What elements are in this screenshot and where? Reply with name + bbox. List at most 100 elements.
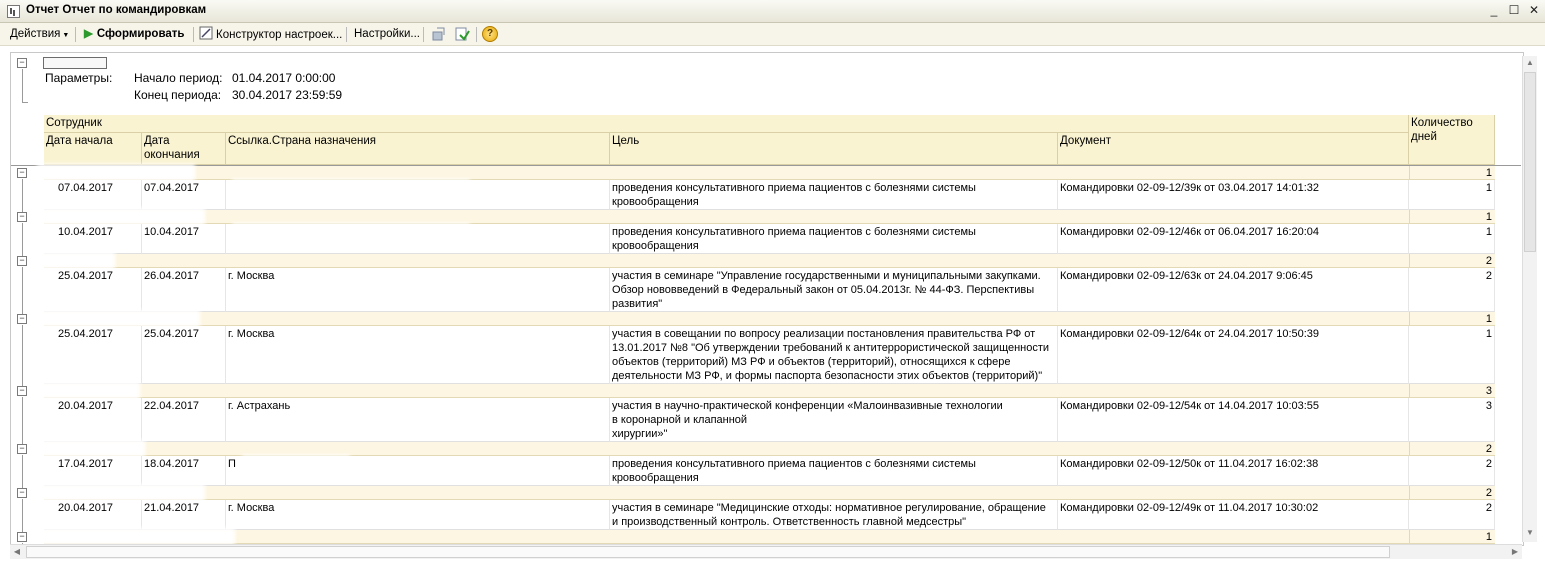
window-title: Отчет Отчет по командировкам [26,4,207,16]
header-date-end: Дата окончания [142,133,226,165]
group-days-cell [1409,442,1410,455]
collapse-params-icon[interactable]: − [17,58,27,68]
settings-button[interactable]: Настройки... [354,26,420,42]
scroll-up-icon[interactable]: ▲ [1523,56,1537,70]
cell-goal: проведения консультативного приема пацие… [610,456,1058,486]
employee-group-row: 2 [44,486,1495,500]
period-start-value: 01.04.2017 0:00:00 [232,71,336,85]
cell-document: Командировки 02-09-12/54к от 14.04.2017 … [1058,398,1409,442]
header-document: Документ [1058,133,1409,165]
generate-button[interactable]: ▶ Сформировать [84,26,184,42]
employee-group-row: 1 [44,312,1495,326]
scroll-right-icon[interactable]: ▶ [1508,545,1522,559]
group-days-cell [1409,312,1410,325]
horizontal-scrollbar[interactable]: ◀ ▶ [10,544,1522,559]
redacted-employee-name [41,444,141,453]
cell-country: г. Москва [226,326,610,384]
redacted-employee-name [41,314,196,323]
cell-date-end: 18.04.2017 [142,456,226,486]
cell-date-start: 10.04.2017 [44,224,142,254]
maximize-button[interactable]: ☐ [1507,3,1521,17]
employee-group-row: 3 [44,384,1495,398]
cell-country: г. Астрахань [226,398,610,442]
collapse-group-icon[interactable]: − [17,488,27,498]
cell-goal: участия в семинаре "Управление государст… [610,268,1058,312]
cell-date-start: 20.04.2017 [44,398,142,442]
redacted-destination [236,183,466,192]
redacted-destination [236,227,466,236]
scroll-left-icon[interactable]: ◀ [10,545,24,559]
collapse-group-icon[interactable]: − [17,256,27,266]
group-days-cell [1409,384,1410,397]
employee-group-row: 1 [44,166,1495,180]
collapse-group-icon[interactable]: − [17,168,27,178]
collapse-group-icon[interactable]: − [17,532,27,542]
report-icon [7,5,20,18]
cell-days: 2 [1409,500,1495,530]
cell-days: 1 [1409,180,1495,210]
cell-goal: участия в совещании по вопросу реализаци… [610,326,1058,384]
group-days-count: 1 [1485,531,1492,543]
redacted-destination [246,459,346,468]
cell-goal: участия в научно-практической конференци… [610,398,1058,442]
group-days-count: 1 [1485,211,1492,223]
cell-goal: проведения консультативного приема пацие… [610,180,1058,210]
dropdown-arrow-icon: ▼ [62,32,70,39]
cell-date-end: 07.04.2017 [142,180,226,210]
employee-group-row: 1 [44,210,1495,224]
vertical-scroll-thumb[interactable] [1524,72,1536,252]
redacted-employee-name [41,386,136,395]
load-settings-icon[interactable] [454,26,470,42]
toolbar-separator [193,27,194,42]
period-start-label: Начало период: [134,71,223,85]
cell-document: Командировки 02-09-12/46к от 06.04.2017 … [1058,224,1409,254]
help-icon[interactable]: ? [482,26,498,42]
cell-date-end: 22.04.2017 [142,398,226,442]
horizontal-scroll-thumb[interactable] [26,546,1390,558]
generate-label: Сформировать [96,28,185,40]
group-days-cell [1409,210,1410,223]
collapse-group-icon[interactable]: − [17,444,27,454]
minimize-button[interactable]: _ [1487,3,1501,17]
constructor-button[interactable]: Конструктор настроек... [199,26,342,42]
cell-date-start: 25.04.2017 [44,326,142,384]
period-end-value: 30.04.2017 23:59:59 [232,88,343,102]
cell-document: Командировки 02-09-12/49к от 11.04.2017 … [1058,500,1409,530]
cell-days: 1 [1409,224,1495,254]
actions-label: Действия [10,28,61,40]
employee-group-row: 1 [44,530,1495,544]
cell-document: Командировки 02-09-12/50к от 11.04.2017 … [1058,456,1409,486]
header-employee: Сотрудник [44,115,1409,133]
header-goal: Цель [610,133,1058,165]
tree-line [22,69,23,102]
header-days: Количество дней [1409,115,1495,165]
cell-document: Командировки 02-09-12/39к от 03.04.2017 … [1058,180,1409,210]
cell-date-start: 20.04.2017 [44,500,142,530]
employee-group-row: 2 [44,442,1495,456]
cell-days: 2 [1409,456,1495,486]
report-document: − Параметры: Начало период: 01.04.2017 0… [10,52,1524,546]
scroll-down-icon[interactable]: ▼ [1523,526,1537,540]
title-bar: Отчет Отчет по командировкам _ ☐ ✕ [0,0,1545,23]
cell-days: 2 [1409,268,1495,312]
actions-menu[interactable]: Действия ▼ [10,26,69,42]
play-icon: ▶ [84,28,93,40]
redacted-employee-name [41,256,111,265]
group-days-cell [1409,486,1410,499]
group-days-count: 2 [1485,443,1492,455]
period-end-label: Конец периода: [134,88,222,102]
collapse-group-icon[interactable]: − [17,386,27,396]
header-date-start: Дата начала [44,133,142,165]
vertical-scrollbar[interactable]: ▲ ▼ [1522,56,1537,542]
report-header-field [43,57,107,69]
redacted-employee-name [41,488,201,497]
collapse-group-icon[interactable]: − [17,314,27,324]
cell-days: 1 [1409,326,1495,384]
toolbar: Действия ▼ ▶ Сформировать Конструктор наст… [0,23,1545,46]
collapse-group-icon[interactable]: − [17,212,27,222]
cell-document: Командировки 02-09-12/63к от 24.04.2017 … [1058,268,1409,312]
save-settings-icon[interactable] [431,26,447,42]
group-days-cell [1409,254,1410,267]
cell-country: г. Москва [226,268,610,312]
close-button[interactable]: ✕ [1527,3,1541,17]
